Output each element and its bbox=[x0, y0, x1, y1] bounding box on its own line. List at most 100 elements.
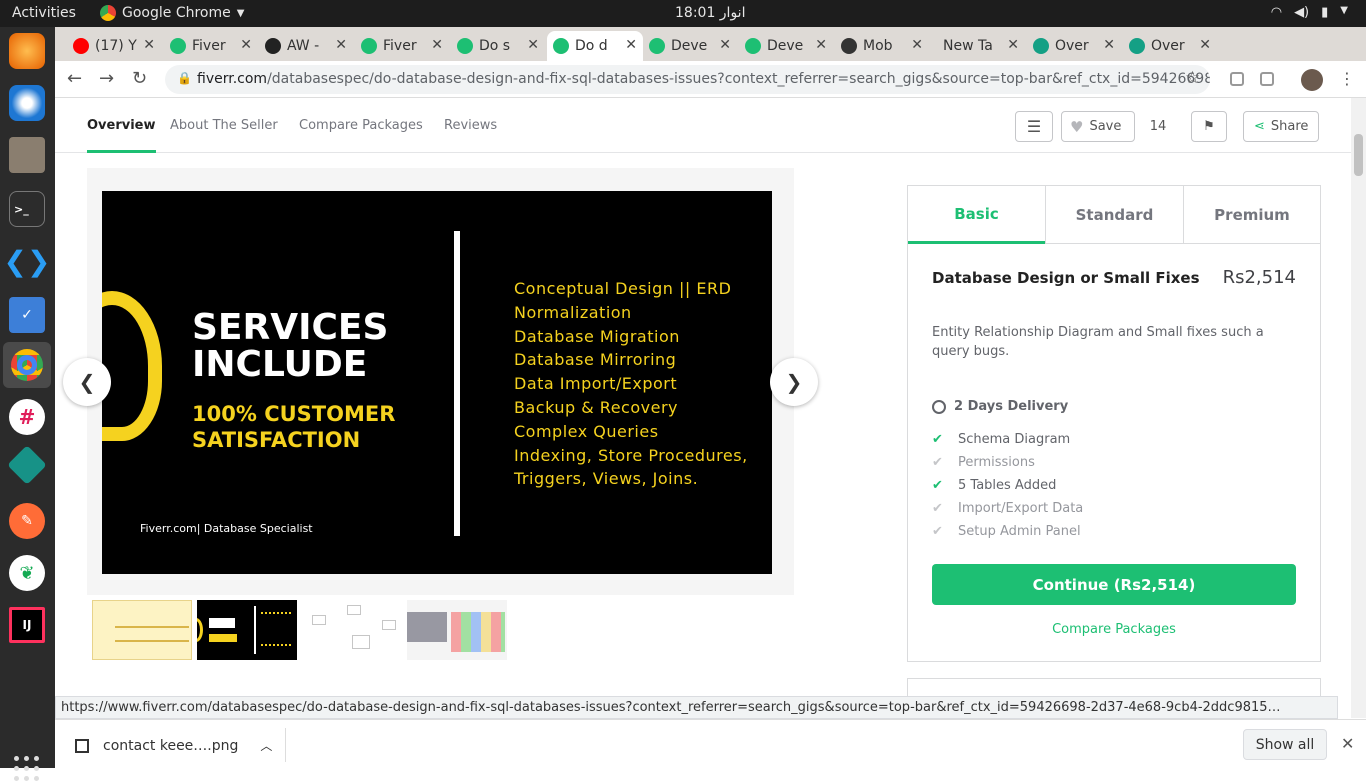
show-all-button[interactable]: Show all bbox=[1243, 729, 1327, 760]
thunderbird-icon[interactable] bbox=[9, 85, 45, 121]
browser-tab[interactable]: Deve ✕ bbox=[643, 31, 737, 61]
gallery-thumbnail[interactable] bbox=[92, 600, 192, 660]
intellij-icon[interactable]: IJ bbox=[9, 607, 45, 643]
gig-main-image: SERVICES INCLUDE 100% CUSTOMER SATISFACT… bbox=[102, 191, 772, 574]
browser-tab[interactable]: (17) Y ✕ bbox=[67, 31, 161, 61]
services-list: Conceptual Design || ERD Normalization Dat… bbox=[514, 277, 748, 491]
address-bar[interactable]: 🔒 fiverr.com/databasespec/do-database-de… bbox=[165, 65, 1210, 94]
gallery-prev-button[interactable]: ❮ bbox=[63, 358, 111, 406]
service-item: Data Import/Export bbox=[514, 374, 678, 394]
show-applications-button[interactable] bbox=[14, 756, 40, 782]
scrollbar-thumb[interactable] bbox=[1354, 134, 1363, 176]
close-tab-icon[interactable]: ✕ bbox=[815, 37, 827, 53]
browser-tab[interactable]: Do s ✕ bbox=[451, 31, 545, 61]
extension-icon[interactable] bbox=[1230, 72, 1244, 86]
service-item: Triggers, Views, Joins. bbox=[514, 469, 699, 489]
postman-icon[interactable]: ✎ bbox=[9, 503, 45, 539]
files-icon[interactable] bbox=[9, 137, 45, 173]
package-feature: ✔ 5 Tables Added bbox=[932, 478, 1056, 493]
close-tab-icon[interactable]: ✕ bbox=[431, 37, 443, 53]
nav-overview[interactable]: Overview bbox=[87, 118, 156, 153]
clock[interactable]: 18:01 انوار bbox=[675, 5, 745, 21]
close-tab-icon[interactable]: ✕ bbox=[911, 37, 923, 53]
chrome-icon[interactable] bbox=[3, 342, 51, 388]
check-icon: ✔ bbox=[932, 478, 943, 493]
save-count-value: 14 bbox=[1149, 119, 1167, 134]
feature-label: Import/Export Data bbox=[958, 501, 1084, 516]
tab-premium[interactable]: Premium bbox=[1183, 186, 1320, 244]
compare-packages-link[interactable]: Compare Packages bbox=[908, 622, 1320, 637]
screenshot-extension-icon[interactable] bbox=[1260, 72, 1274, 86]
delivery-time: 2 Days Delivery bbox=[932, 399, 1068, 414]
browser-tab[interactable]: AW - ✕ bbox=[259, 31, 353, 61]
favicon-icon bbox=[841, 38, 857, 54]
tab-standard[interactable]: Standard bbox=[1045, 186, 1183, 244]
chrome-menu-icon[interactable]: ⋮ bbox=[1339, 69, 1355, 88]
gallery-thumbnail[interactable] bbox=[407, 600, 507, 660]
profile-avatar[interactable] bbox=[1301, 69, 1323, 91]
close-tab-icon[interactable]: ✕ bbox=[527, 37, 539, 53]
continue-button[interactable]: Continue (Rs2,514) bbox=[932, 564, 1296, 605]
nav-reviews[interactable]: Reviews bbox=[444, 118, 497, 133]
status-bubble-url: https://www.fiverr.com/databasespec/do-d… bbox=[55, 696, 1338, 719]
share-label: Share bbox=[1270, 119, 1309, 134]
close-tab-icon[interactable]: ✕ bbox=[240, 37, 252, 53]
terminal-icon[interactable]: >_ bbox=[9, 191, 45, 227]
share-button[interactable]: ⋖ Share bbox=[1243, 111, 1319, 142]
close-tab-icon[interactable]: ✕ bbox=[719, 37, 731, 53]
browser-tab[interactable]: Deve ✕ bbox=[739, 31, 833, 61]
system-tray[interactable]: ◠ ◀) ▮ ▼ bbox=[1271, 5, 1348, 20]
service-item: Conceptual Design || ERD bbox=[514, 279, 732, 298]
nav-compare-packages[interactable]: Compare Packages bbox=[299, 118, 423, 133]
gig-gallery: SERVICES INCLUDE 100% CUSTOMER SATISFACT… bbox=[87, 168, 794, 595]
close-tab-icon[interactable]: ✕ bbox=[1007, 37, 1019, 53]
chevron-up-icon[interactable]: ︿ bbox=[260, 737, 272, 754]
tab-label: Do d bbox=[575, 38, 608, 54]
app-menu[interactable]: Google Chrome ▼ bbox=[100, 5, 244, 21]
gitkraken-icon[interactable] bbox=[7, 445, 47, 485]
slack-icon[interactable]: # bbox=[9, 399, 45, 435]
chevron-down-icon: ▼ bbox=[1340, 5, 1348, 16]
close-tab-icon[interactable]: ✕ bbox=[143, 37, 155, 53]
menu-button[interactable]: ☰ bbox=[1015, 111, 1053, 142]
forward-button[interactable]: → bbox=[99, 68, 114, 89]
tab-basic[interactable]: Basic bbox=[908, 186, 1045, 244]
close-icon[interactable]: ✕ bbox=[1341, 734, 1354, 753]
download-item[interactable]: contact keee….png ︿ bbox=[75, 737, 272, 754]
close-tab-icon[interactable]: ✕ bbox=[335, 37, 347, 53]
vscode-icon[interactable]: ❮❯ bbox=[4, 243, 51, 279]
close-tab-icon[interactable]: ✕ bbox=[625, 37, 637, 53]
chrome-icon bbox=[100, 5, 116, 21]
tab-label: Fiver bbox=[192, 38, 226, 54]
package-description: Entity Relationship Diagram and Small fi… bbox=[932, 325, 1264, 359]
reload-button[interactable]: ↻ bbox=[132, 68, 147, 89]
browser-tab[interactable]: New Tab ✕ bbox=[931, 31, 1025, 61]
divider-line bbox=[454, 231, 460, 536]
browser-tab[interactable]: Do d ✕ bbox=[547, 31, 643, 61]
browser-tab[interactable]: Fiver ✕ bbox=[355, 31, 449, 61]
tab-label: Deve bbox=[671, 38, 708, 54]
browser-tab[interactable]: Over ✕ bbox=[1123, 31, 1217, 61]
gallery-thumbnail[interactable] bbox=[302, 600, 402, 660]
nav-about-seller[interactable]: About The Seller bbox=[170, 118, 278, 133]
bookmark-star-icon[interactable]: ☆ bbox=[1185, 68, 1200, 88]
browser-tab[interactable]: Over ✕ bbox=[1027, 31, 1121, 61]
gallery-next-button[interactable]: ❯ bbox=[770, 358, 818, 406]
browser-tab[interactable]: Mob ✕ bbox=[835, 31, 929, 61]
gallery-thumbnail[interactable] bbox=[197, 600, 297, 660]
mongodb-icon[interactable]: ❦ bbox=[9, 555, 45, 591]
feature-label: Setup Admin Panel bbox=[958, 524, 1081, 539]
browser-tab[interactable]: Fiver ✕ bbox=[164, 31, 258, 61]
check-icon: ✔ bbox=[932, 432, 943, 447]
back-button[interactable]: ← bbox=[67, 68, 82, 89]
close-tab-icon[interactable]: ✕ bbox=[1103, 37, 1115, 53]
report-button[interactable]: ⚑ bbox=[1191, 111, 1227, 142]
page-scrollbar[interactable] bbox=[1351, 98, 1366, 718]
tasks-icon[interactable]: ✓ bbox=[9, 297, 45, 333]
save-button[interactable]: ♥ Save bbox=[1061, 111, 1135, 142]
firefox-icon[interactable] bbox=[9, 33, 45, 69]
activities-button[interactable]: Activities bbox=[12, 5, 76, 21]
close-tab-icon[interactable]: ✕ bbox=[1199, 37, 1211, 53]
system-top-bar: Activities Google Chrome ▼ 18:01 انوار ◠… bbox=[0, 0, 1366, 27]
tab-label: Deve bbox=[767, 38, 804, 54]
